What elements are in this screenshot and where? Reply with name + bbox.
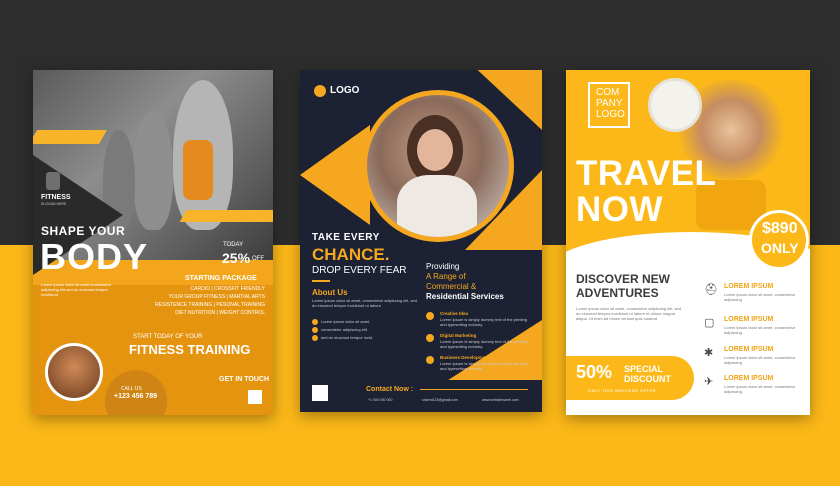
headline-big: BODY [40, 236, 149, 277]
palm-icon: ✱ [704, 347, 714, 359]
feature-desc: Lorem ipsum dolor sit amet, consectetur … [724, 355, 796, 365]
discount-value: 50% [576, 362, 613, 382]
special-line: SPECIAL [624, 364, 664, 374]
contact-website: www.websitename.com [482, 398, 519, 402]
discover-title: ADVENTURES [576, 286, 659, 300]
package-line: CARDIO | CROSSFIT FRIENDLY [190, 286, 265, 292]
contact-phone: +1 000 000 000 [368, 398, 393, 402]
yellow-shape [300, 125, 370, 225]
check-item: sed do eiusmod tempor incid. [321, 335, 374, 340]
get-in-touch: GET IN TOUCH [219, 376, 270, 383]
package-line: YOUR GROUP FITNESS | MARTIAL ARTS [168, 294, 265, 300]
marketing-icon [426, 334, 434, 342]
service-desc: Lorem Ipsum is simply dummy text of the … [440, 361, 527, 371]
today-label: TODAY [223, 242, 244, 248]
package-line: DIET NUTRITION | WEIGHT CONTROL [175, 310, 265, 316]
business-flyer: LOGO TAKE EVERY CHANCE. DROP EVERY FEAR … [300, 70, 542, 412]
accent-stripe [33, 130, 108, 144]
feature-desc: Lorem ipsum dolor sit amet, consectetur … [724, 292, 796, 302]
start-today-text: START TODAY OF YOUR [133, 334, 203, 340]
check-item: Lorem ipsum dolor sit amet. [321, 319, 371, 324]
feature-desc: Lorem ipsum dolor sit amet, consectetur … [724, 325, 796, 335]
fitness-flyer: FITNESS SLOGAN HERE SHAPE YOUR BODY Lore… [33, 70, 273, 415]
about-paragraph: Lorem ipsum dolor sit amet, consectetur … [312, 298, 417, 308]
price-value: $890 [762, 220, 798, 237]
service-desc: Lorem Ipsum is simply dummy text of the … [440, 339, 527, 349]
feature-title: LOREM IPSUM [724, 283, 774, 290]
logo-slogan: SLOGAN HERE [41, 202, 67, 206]
providing-text: Providing [426, 262, 460, 271]
contact-email: sharmi123@gmail.com [422, 398, 458, 402]
special-line: DISCOUNT [624, 374, 671, 384]
logo-name: FITNESS [41, 194, 71, 201]
service-desc: Lorem Ipsum is simply dummy text of the … [440, 317, 527, 327]
package-title: STARTING PACKAGE [185, 275, 257, 282]
hat-image [648, 78, 702, 132]
headline-now: NOW [576, 190, 664, 229]
service-title: Creative Idea [440, 311, 469, 316]
call-us-label: CALL US [121, 386, 142, 392]
headline-take: TAKE EVERY [312, 232, 380, 243]
check-item: consectetur adipiscing elit. [321, 327, 368, 332]
headline-travel: TRAVEL [576, 154, 717, 193]
contact-title: Contact Now : [366, 386, 414, 393]
discount-value: 25% [222, 250, 251, 266]
cap-icon: ⛑ [704, 284, 718, 296]
filler-text: Lorem ipsum dolor sit amet consectetur a… [41, 282, 112, 297]
phone-number: +123 456 789 [114, 393, 158, 400]
offer-note: ONLY THIS WEEKEND OFFER [588, 388, 657, 393]
qr-code-icon [312, 385, 328, 401]
feature-title: LOREM IPSUM [724, 346, 774, 353]
commercial-text: Commercial & [426, 282, 477, 291]
program-title: FITNESS TRAINING [129, 342, 251, 357]
creative-icon [426, 312, 434, 320]
contact-divider [420, 389, 528, 390]
logo-text: LOGO [330, 85, 360, 96]
discover-title: DISCOVER NEW [576, 272, 671, 286]
plane-icon: ✈ [704, 376, 714, 388]
feature-title: LOREM IPSUM [724, 375, 774, 382]
service-title: Digital Marketing [440, 333, 477, 338]
check-icon [312, 319, 318, 325]
woman-photo [362, 90, 514, 242]
business-icon [426, 356, 434, 364]
price-suffix: ONLY [761, 240, 799, 256]
off-label: OFF [252, 256, 264, 262]
check-icon [312, 335, 318, 341]
headline-chance: CHANCE. [312, 245, 390, 264]
check-icon [312, 327, 318, 333]
underline-accent [312, 280, 330, 282]
accent-stripe [179, 210, 273, 222]
package-line: RESISTENCE TRAINING | PESONAL TRAINING [155, 302, 265, 308]
bag-icon: ▢ [704, 317, 715, 329]
company-logo-line: LOGO [596, 109, 625, 120]
qr-code-icon [248, 390, 262, 404]
discover-paragraph: Lorem ipsum dolor sit amet, consectetur … [576, 306, 681, 321]
residential-text: Residential Services [426, 292, 504, 301]
logo-icon [314, 85, 326, 97]
yellow-shape [448, 320, 542, 380]
service-title: Business Development [440, 355, 490, 360]
trainer-avatar [45, 343, 103, 401]
about-title: About Us [312, 288, 348, 297]
fitness-logo-icon [46, 172, 60, 190]
travel-flyer: COM PANY LOGO TRAVEL NOW $890 ONLY DISCO… [566, 70, 810, 415]
range-text: A Range of [426, 272, 466, 281]
company-logo-line: COM [596, 87, 620, 98]
feature-desc: Lorem ipsum dolor sit amet, consectetur … [724, 384, 796, 394]
company-logo-line: PANY [596, 98, 623, 109]
feature-title: LOREM IPSUM [724, 316, 774, 323]
headline-drop: DROP EVERY FEAR [312, 265, 407, 276]
